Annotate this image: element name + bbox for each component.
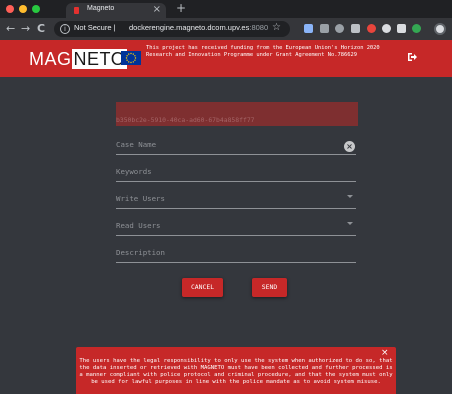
address-bar[interactable]: i Not Secure | dockerengine.magneto.dcom… — [54, 21, 290, 37]
legal-disclaimer-banner: × The users have the legal responsibilit… — [76, 347, 396, 394]
close-window-dot[interactable] — [6, 5, 14, 13]
read-users-placeholder: Read Users — [116, 221, 161, 230]
extension-icon-5[interactable] — [367, 24, 376, 33]
funding-notice: This project has received funding from t… — [146, 45, 380, 58]
extension-icon-4[interactable] — [351, 24, 360, 33]
send-button[interactable]: SEND — [252, 278, 287, 297]
write-users-select[interactable]: Write Users — [116, 191, 356, 209]
tab-title: Magneto — [87, 5, 115, 12]
chevron-down-icon — [347, 195, 353, 198]
keywords-placeholder: Keywords — [116, 167, 152, 176]
chevron-down-icon — [347, 222, 353, 225]
extension-icon-8[interactable] — [412, 24, 421, 33]
reload-icon[interactable]: C — [37, 21, 45, 37]
maximize-window-dot[interactable] — [32, 5, 40, 13]
profile-avatar[interactable] — [434, 23, 446, 35]
case-id-value: b350bc2e-5910-40ca-ad60-67b4a858ff77 — [116, 116, 255, 124]
extension-icon-3[interactable] — [335, 24, 344, 33]
magneto-favicon-icon — [74, 7, 79, 14]
extension-icon-7[interactable] — [397, 24, 406, 33]
new-tab-icon[interactable]: + — [176, 1, 186, 16]
eu-flag-icon — [121, 51, 141, 65]
url-host: dockerengine.magneto.dcom.upv.es — [129, 23, 250, 32]
case-name-placeholder: Case Name — [116, 140, 157, 149]
browser-tab[interactable]: Magneto × — [66, 3, 166, 18]
case-name-input[interactable]: Case Name — [116, 137, 356, 155]
minimize-window-dot[interactable] — [19, 5, 27, 13]
logout-icon[interactable] — [407, 52, 417, 66]
extension-icon-6[interactable] — [382, 24, 391, 33]
description-input[interactable]: Description — [116, 245, 356, 263]
info-icon[interactable]: i — [60, 24, 70, 34]
magneto-logo[interactable]: MAG NETO — [29, 48, 128, 70]
read-users-select[interactable]: Read Users — [116, 218, 356, 236]
browser-toolbar: ← → C i Not Secure | dockerengine.magnet… — [0, 18, 452, 40]
browser-tab-bar: Magneto × + — [0, 0, 452, 18]
description-placeholder: Description — [116, 248, 165, 257]
extension-icon-2[interactable] — [320, 24, 329, 33]
url-separator: | — [113, 23, 116, 32]
close-icon[interactable]: × — [381, 348, 389, 358]
url-port: :8080 — [249, 23, 269, 32]
keywords-input[interactable]: Keywords — [116, 164, 356, 182]
bookmark-star-icon[interactable]: ☆ — [272, 20, 281, 36]
url-text: dockerengine.magneto.dcom.upv.es:8080 — [129, 23, 268, 32]
clear-icon[interactable]: × — [344, 141, 355, 152]
disclaimer-text: The users have the legal responsibility … — [79, 358, 393, 385]
cancel-button[interactable]: CANCEL — [182, 278, 223, 297]
security-label: Not Secure | — [74, 23, 116, 32]
write-users-placeholder: Write Users — [116, 194, 165, 203]
close-tab-icon[interactable]: × — [153, 3, 161, 17]
back-arrow-icon[interactable]: ← — [6, 21, 15, 37]
extension-icon-1[interactable] — [304, 24, 313, 33]
forward-arrow-icon[interactable]: → — [21, 21, 30, 37]
